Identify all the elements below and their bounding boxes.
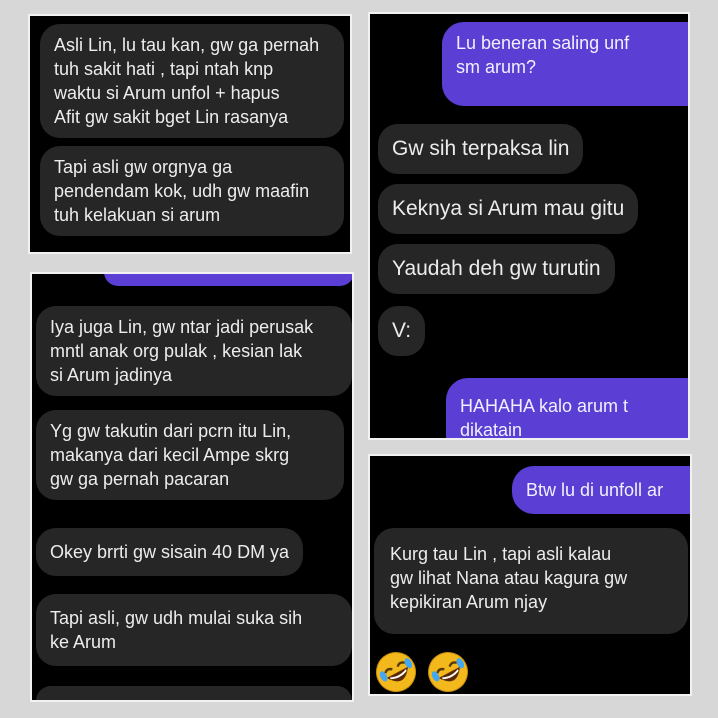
message-bubble-received: V: [378, 306, 426, 356]
message-bubble-received: Okey brrti gw sisain 40 DM ya [36, 528, 304, 576]
rolling-on-floor-laughing-icon [370, 644, 424, 694]
message-bubble-received: Kurg tau Lin , tapi asli kalau gw lihat … [374, 528, 688, 634]
message-bubble-sent: HAHAHA kalo arum t dikatain [446, 378, 688, 438]
message-bubble-received: Keknya si Arum mau gitu [378, 184, 639, 234]
message-bubble-sent: Lu beneran saling unf sm arum? [442, 22, 688, 106]
message-bubble-sent-partial [104, 274, 352, 286]
rolling-on-floor-laughing-icon [420, 644, 476, 694]
message-bubble-received: Iya juga Lin, gw ntar jadi perusak mntl … [36, 306, 352, 396]
chat-panel-bottom-left: Iya juga Lin, gw ntar jadi perusak mntl … [30, 272, 354, 702]
chat-panel-top-right: Lu beneran saling unf sm arum? Gw sih te… [368, 12, 690, 440]
message-bubble-received: Yaudah deh gw turutin [378, 244, 615, 294]
message-bubble-received: Gw sih terpaksa lin [378, 124, 584, 174]
message-bubble-sent: Btw lu di unfoll ar [512, 466, 690, 514]
chat-panel-top-left: Asli Lin, lu tau kan, gw ga pernah tuh s… [28, 14, 352, 254]
message-bubble-received: Asli Lin, lu tau kan, gw ga pernah tuh s… [40, 24, 344, 138]
chat-panel-bottom-right: Btw lu di unfoll ar Kurg tau Lin , tapi … [368, 454, 692, 696]
message-bubble-received-partial [36, 686, 352, 700]
message-bubble-received: Tapi asli, gw udh mulai suka sih ke Arum [36, 594, 352, 666]
message-bubble-received: Tapi asli gw orgnya ga pendendam kok, ud… [40, 146, 344, 236]
message-bubble-received: Yg gw takutin dari pcrn itu Lin, makanya… [36, 410, 344, 500]
